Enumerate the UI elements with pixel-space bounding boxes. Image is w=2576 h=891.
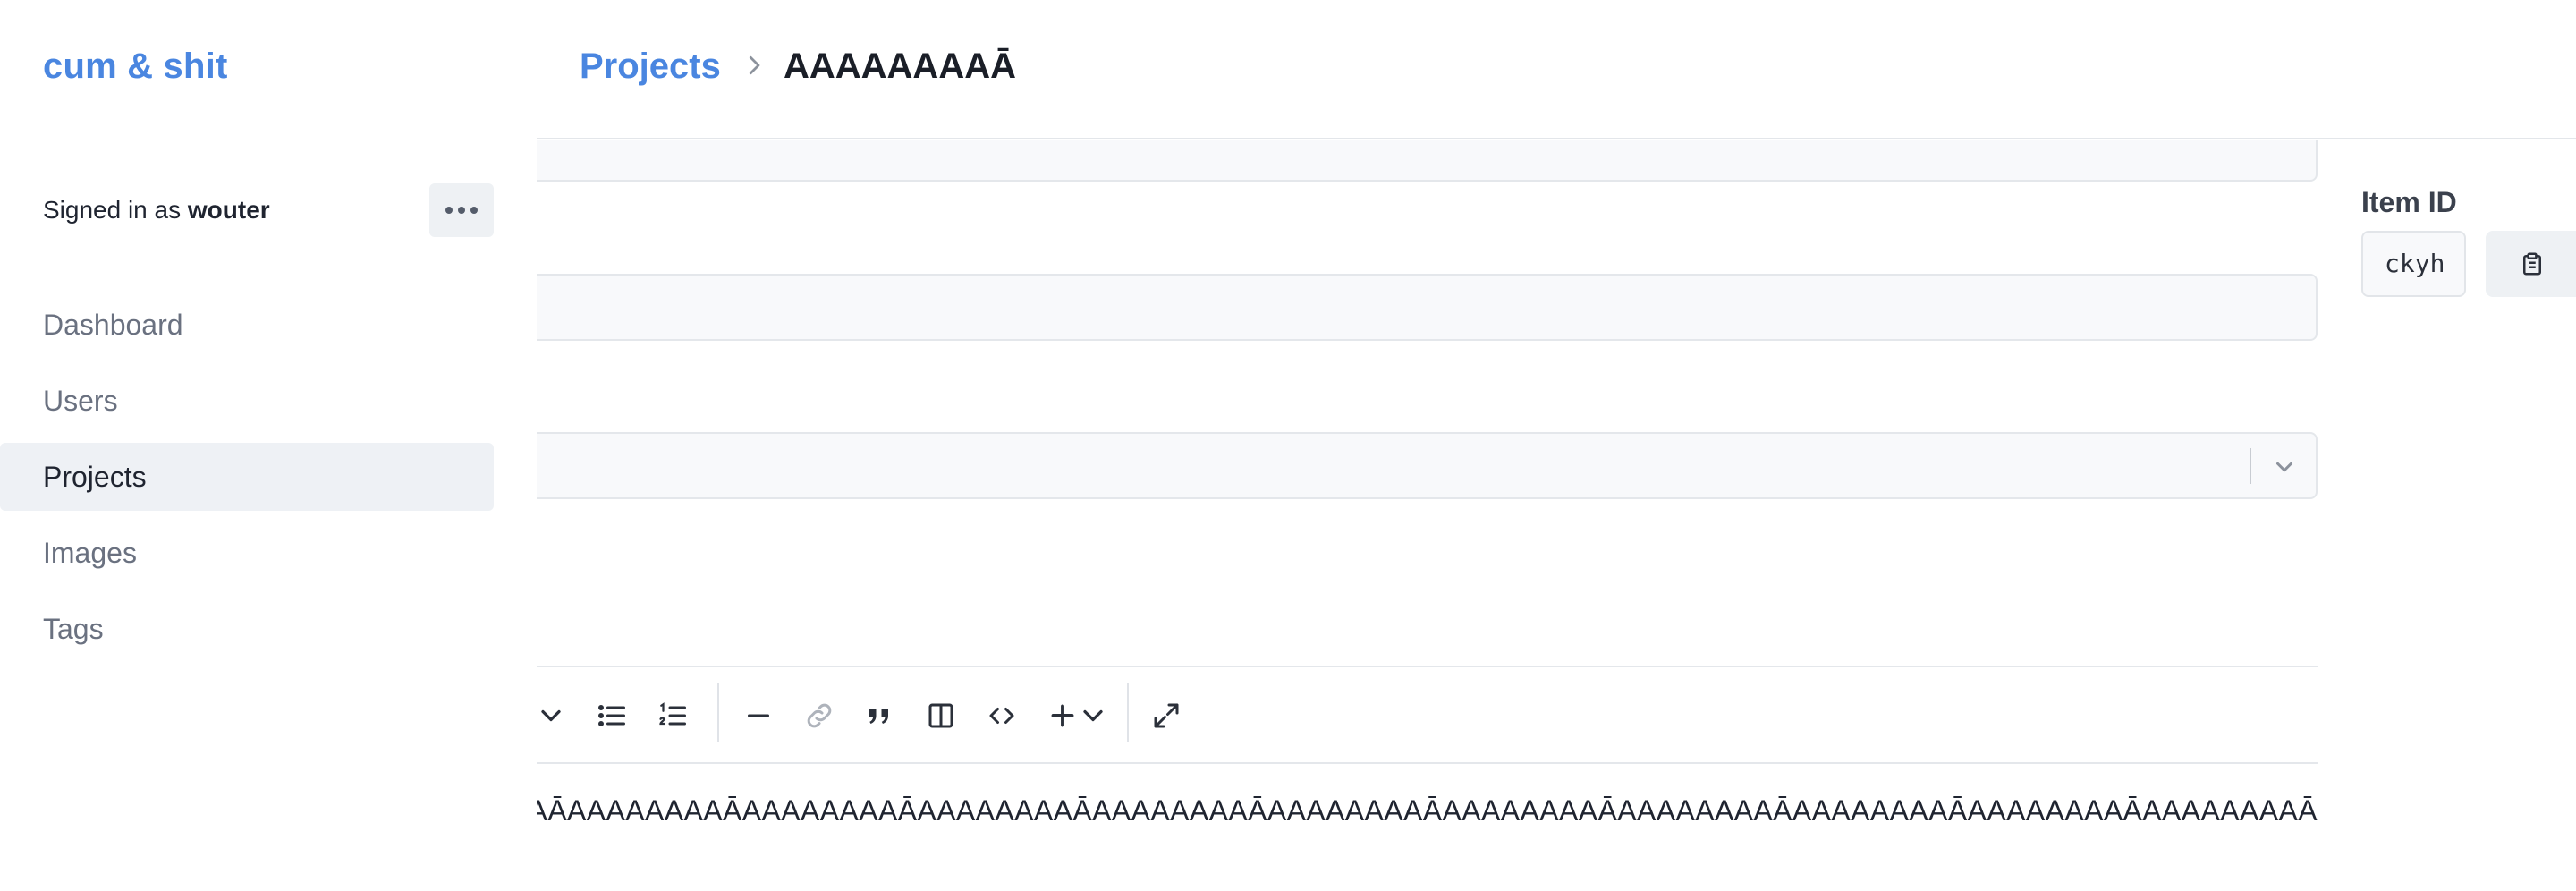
select-field[interactable] (537, 432, 2318, 499)
columns-icon[interactable] (925, 700, 957, 732)
page-header: Projects AAAAAAAAĀ (537, 0, 2576, 139)
brand-area: cum & shit (0, 0, 537, 139)
code-icon[interactable] (986, 700, 1018, 732)
blockquote-icon[interactable] (864, 700, 896, 732)
main-form: AAAAAAAAĀAAAAAAAAĀAAAAAAAAĀAAAAAAAAĀAAAA… (537, 140, 2326, 891)
item-id-field[interactable]: ckyh (2361, 231, 2466, 297)
more-icon (445, 207, 478, 214)
insert-dropdown-chevron-icon[interactable] (1077, 700, 1109, 732)
sidebar-item-tags[interactable]: Tags (0, 595, 494, 663)
toolbar-separator (717, 683, 719, 742)
editor-content[interactable]: AAAAAAAAĀAAAAAAAAĀAAAAAAAAĀAAAAAAAAĀAAAA… (537, 794, 2318, 827)
brand-logo[interactable]: cum & shit (43, 47, 227, 87)
username: wouter (187, 196, 270, 224)
editor-text: AAAAAAAAĀAAAAAAAAĀAAAAAAAAĀAAAAAAAAĀAAAA… (537, 794, 2318, 827)
plus-icon[interactable] (1046, 700, 1079, 732)
bullet-list-icon[interactable] (596, 700, 628, 732)
editor-toolbar (537, 666, 2318, 764)
clipboard-icon (2523, 252, 2541, 276)
signed-in-text: Signed in as wouter (43, 196, 270, 225)
page-title: AAAAAAAAĀ (784, 47, 1016, 86)
item-id-label: Item ID (2361, 186, 2457, 218)
sidebar-item-dashboard[interactable]: Dashboard (0, 291, 494, 359)
chevron-down-icon[interactable] (2271, 454, 2298, 480)
sidebar-item-images[interactable]: Images (0, 519, 494, 587)
toolbar-separator (1127, 683, 1129, 742)
sidebar-nav: Dashboard Users Projects Images Tags (0, 291, 494, 671)
select-divider (2250, 448, 2251, 484)
text-field-1[interactable] (537, 140, 2318, 182)
text-field-2[interactable] (537, 274, 2318, 341)
chevron-right-icon (749, 55, 760, 75)
signed-in-prefix: Signed in as (43, 196, 182, 224)
sidebar-item-projects[interactable]: Projects (0, 443, 494, 511)
expand-icon[interactable] (1150, 700, 1182, 732)
user-menu-button[interactable] (429, 183, 494, 237)
sidebar-item-users[interactable]: Users (0, 367, 494, 435)
heading-dropdown-chevron-icon[interactable] (537, 700, 567, 732)
numbered-list-icon[interactable] (657, 700, 689, 732)
link-icon[interactable] (803, 700, 835, 732)
breadcrumb-projects-link[interactable]: Projects (580, 47, 721, 87)
copy-button[interactable] (2486, 231, 2576, 297)
horizontal-rule-icon[interactable] (742, 700, 775, 732)
sidebar: Signed in as wouter Dashboard Users Proj… (0, 139, 537, 891)
